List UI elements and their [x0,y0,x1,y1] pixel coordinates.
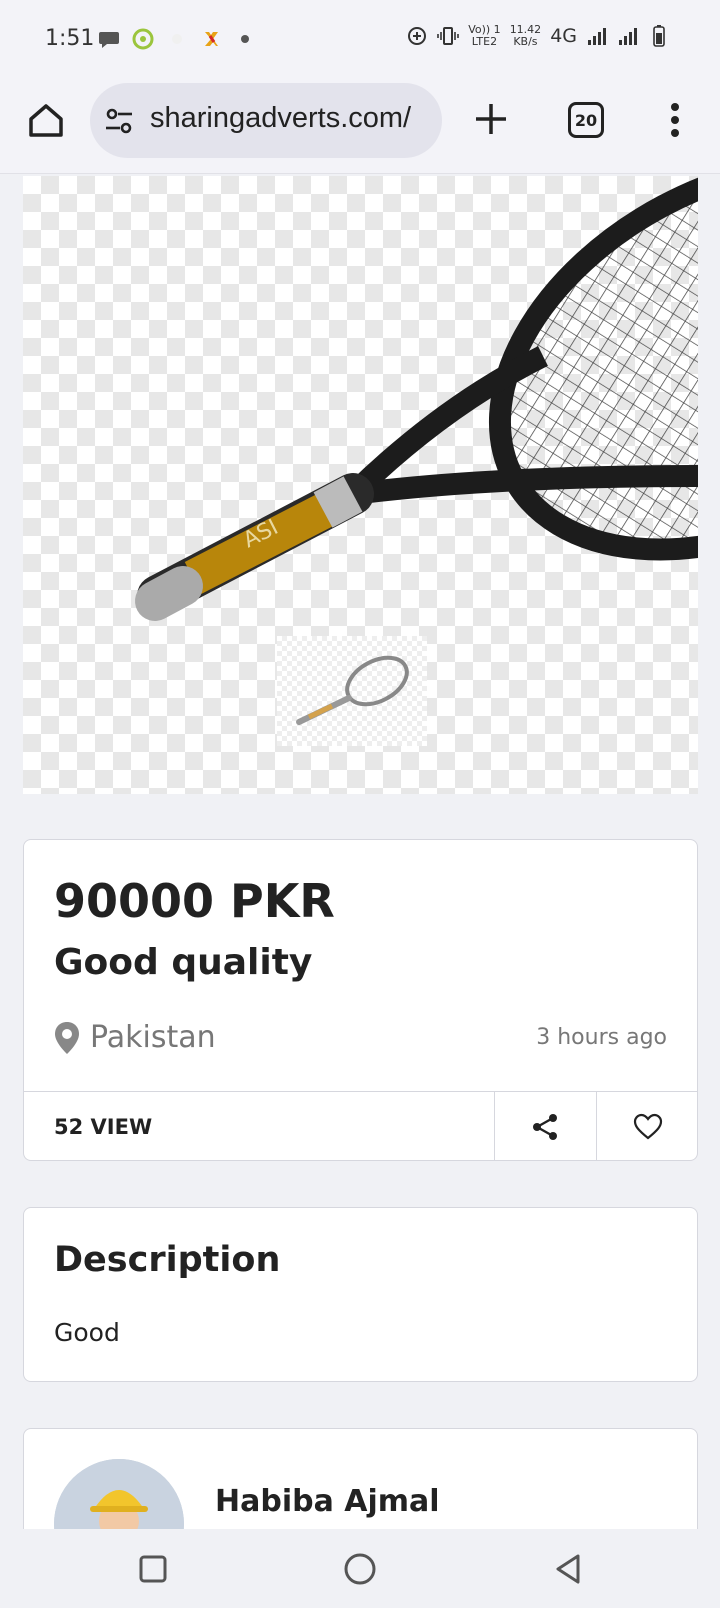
signal-icon-2 [619,28,637,45]
location-text: Pakistan [90,1020,216,1055]
share-icon [532,1113,557,1140]
description-heading: Description [54,1240,281,1280]
listing-price: 90000 PKR [54,874,335,928]
listing-details-card: 90000 PKR Good quality Pakistan 3 hours … [23,839,698,1161]
posted-time: 3 hours ago [536,1025,667,1050]
product-image[interactable]: ASI [23,176,698,794]
network-speed: 11.42 KB/s [509,23,542,48]
heart-icon [633,1113,662,1139]
favorite-button[interactable] [596,1092,698,1161]
home-circle-icon[interactable] [340,1549,380,1589]
recents-icon[interactable] [133,1549,173,1589]
image-thumbnail[interactable] [277,636,427,746]
location-row: Pakistan [54,1020,216,1055]
view-count: 52 VIEW [54,1115,153,1139]
home-icon[interactable] [26,100,66,140]
description-card: Description Good [23,1207,698,1382]
signal-icon [588,28,606,45]
seller-name[interactable]: Habiba Ajmal [215,1484,440,1519]
share-button[interactable] [494,1092,596,1161]
target-icon [132,28,154,50]
status-indicators: Vo)) 1 LTE2 11.42 KB/s 4G [406,24,670,48]
description-text: Good [54,1318,120,1347]
status-time: 1:51 [45,26,95,51]
listing-title: Good quality [54,942,313,983]
tab-switcher-icon[interactable]: 20 [568,102,604,138]
battery-icon [653,25,665,47]
address-bar[interactable]: sharingadverts.com/ [90,83,442,158]
volte-indicator: Vo)) 1 LTE2 [468,23,501,48]
tennis-racket-thumbnail [296,655,409,725]
location-pin-icon [55,1021,79,1054]
network-type: 4G [550,25,577,47]
tune-icon[interactable] [104,107,134,135]
data-saver-icon [408,27,427,45]
more-vert-icon[interactable] [665,100,685,140]
vibrate-icon [437,27,460,45]
faint-app-icon [172,34,182,44]
notification-icons [98,28,256,50]
system-navigation-bar [0,1529,720,1608]
status-bar: 1:51 Vo)) 1 LTE2 11.42 KB/s 4G [0,0,720,80]
chat-icon [99,32,119,48]
url-text[interactable]: sharingadverts.com/ [150,102,430,135]
dot-icon [241,35,249,43]
back-icon[interactable] [548,1549,588,1589]
app-icon [205,32,218,46]
browser-toolbar: sharingadverts.com/ 20 [0,80,720,174]
plus-icon[interactable] [472,100,510,138]
